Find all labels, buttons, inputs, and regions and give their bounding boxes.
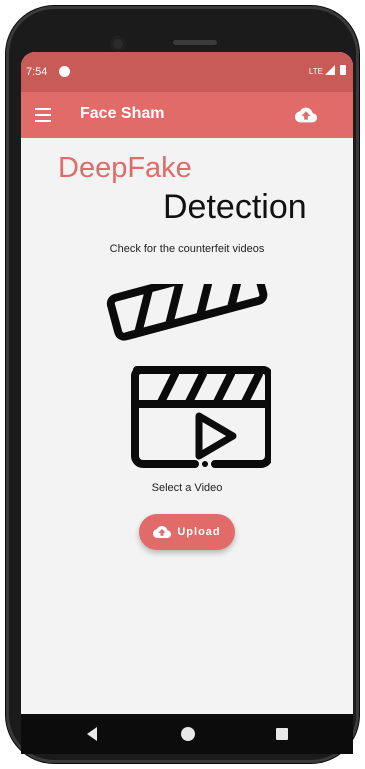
heading-detection: Detection	[163, 188, 307, 226]
cloud-upload-icon[interactable]	[295, 104, 317, 126]
heading-deepfake: DeepFake	[58, 152, 192, 184]
battery-icon	[340, 65, 346, 75]
menu-icon[interactable]	[35, 108, 51, 122]
speaker-grille	[173, 40, 217, 45]
front-camera	[110, 36, 126, 52]
app-title: Face Sham	[80, 105, 165, 122]
system-nav-bar	[21, 714, 353, 754]
status-time: 7:54	[26, 66, 48, 78]
home-icon[interactable]	[181, 727, 195, 741]
notification-icon	[59, 66, 70, 77]
screen: 7:54 LTE Face Sham DeepFake Detection Ch…	[21, 52, 353, 714]
back-icon[interactable]	[87, 727, 97, 741]
signal-icon	[325, 65, 335, 75]
app-bar: Face Sham	[21, 92, 353, 138]
recents-icon[interactable]	[276, 728, 288, 740]
status-bar: 7:54 LTE	[21, 52, 353, 92]
upload-button[interactable]: Upload	[139, 514, 235, 550]
subtitle: Check for the counterfeit videos	[109, 243, 265, 255]
main-content: DeepFake Detection Check for the counter…	[21, 138, 353, 714]
network-label: LTE	[308, 67, 323, 76]
clapperboard-icon	[106, 284, 271, 468]
upload-button-label: Upload	[177, 526, 221, 538]
cloud-upload-icon	[153, 526, 172, 538]
select-video-label: Select a Video	[151, 482, 223, 494]
